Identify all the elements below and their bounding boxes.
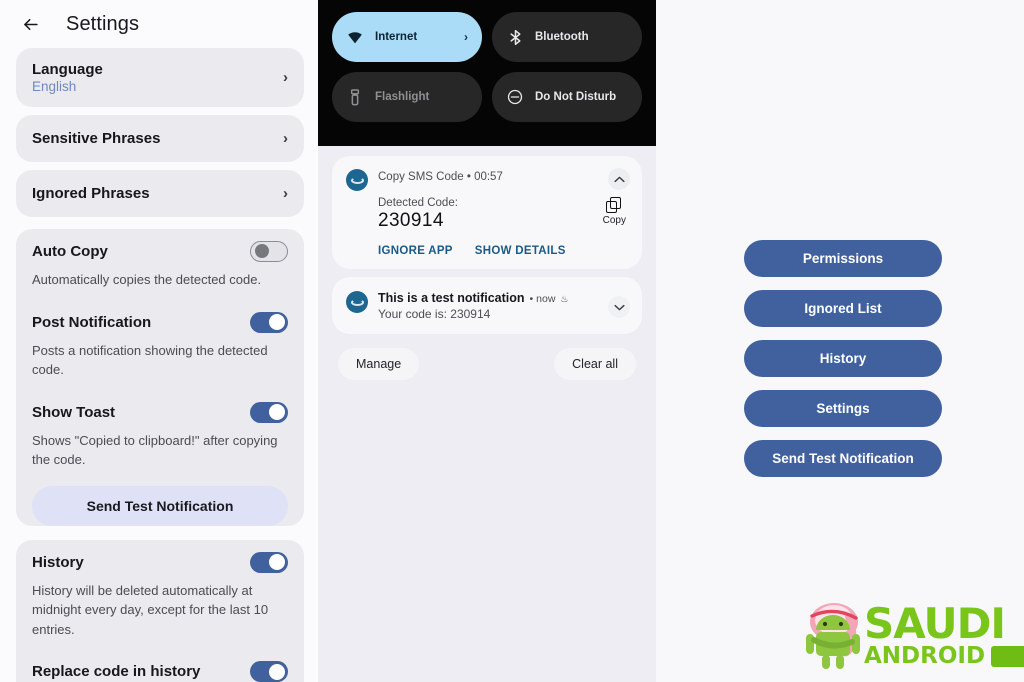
setting-description: Posts a notification showing the detecte… xyxy=(32,342,268,378)
chevron-right-icon: › xyxy=(283,185,288,202)
setting-description: Shows "Copied to clipboard!" after copyi… xyxy=(32,432,278,468)
watermark-accent-bar xyxy=(991,645,1024,667)
qs-tile-label: Do Not Disturb xyxy=(535,91,617,103)
app-bar: Settings xyxy=(0,0,320,48)
settings-button[interactable]: Settings xyxy=(744,390,942,427)
qs-tile-bluetooth[interactable]: Bluetooth xyxy=(492,12,642,62)
toggle-auto-copy[interactable] xyxy=(250,241,288,262)
send-test-notification-button[interactable]: Send Test Notification xyxy=(32,485,288,526)
clear-all-button[interactable]: Clear all xyxy=(554,348,636,380)
page-title: Settings xyxy=(66,12,140,35)
settings-card-ignored-phrases: Ignored Phrases › xyxy=(16,170,304,217)
notification-list: Copy SMS Code • 00:57 Detected Code: 230… xyxy=(318,146,656,380)
toggle-replace-code-in-history[interactable] xyxy=(250,661,288,682)
settings-card-sensitive-phrases: Sensitive Phrases › xyxy=(16,115,304,162)
setting-label: Auto Copy xyxy=(32,243,108,260)
setting-description: Automatically copies the detected code. xyxy=(32,272,262,287)
notification-time: • now xyxy=(529,293,556,305)
shade-bottom-bar: Manage Clear all xyxy=(332,342,642,380)
notification-body: Detected Code: 230914 Copy xyxy=(346,191,630,232)
saudi-android-watermark: SAUDI ANDROID xyxy=(800,598,1024,674)
ignored-list-button[interactable]: Ignored List xyxy=(744,290,942,327)
manage-button[interactable]: Manage xyxy=(338,348,420,380)
notification-header: Copy SMS Code • 00:57 xyxy=(346,168,630,191)
setting-description: History will be deleted automatically at… xyxy=(32,582,269,637)
settings-card-language: Language English › xyxy=(16,48,304,107)
sidebar-item-language[interactable]: Language English › xyxy=(16,48,304,107)
row-title: Ignored Phrases xyxy=(32,185,150,202)
setting-label: Show Toast xyxy=(32,403,116,421)
silent-bell-icon: ♨ xyxy=(560,294,569,304)
qs-tile-label: Internet xyxy=(375,31,418,43)
history-button[interactable]: History xyxy=(744,340,942,377)
setting-label: Post Notification xyxy=(32,313,152,331)
notification-body-text: Your code is: 230914 xyxy=(378,307,491,321)
notification-test[interactable]: This is a test notification • now ♨ Your… xyxy=(332,277,642,334)
ignore-app-action[interactable]: IGNORE APP xyxy=(378,245,453,257)
setting-row-history: History xyxy=(16,540,304,577)
settings-screen-panel: Settings Language English › Sensitive Ph… xyxy=(0,0,320,682)
do-not-disturb-icon xyxy=(506,89,524,105)
chevron-right-icon[interactable]: › xyxy=(464,30,468,44)
qs-tile-label: Bluetooth xyxy=(535,31,589,43)
bluetooth-icon xyxy=(506,29,524,46)
watermark-secondary: ANDROID xyxy=(864,643,986,669)
toggle-post-notification[interactable] xyxy=(250,311,288,333)
back-arrow-icon[interactable] xyxy=(18,12,42,36)
setting-row-auto-copy: Auto Copy xyxy=(16,229,304,266)
setting-row-show-toast: Show Toast xyxy=(16,392,304,427)
notification-app-line: Copy SMS Code • 00:57 xyxy=(378,171,503,183)
notification-title: This is a test notification xyxy=(378,291,525,305)
setting-row-replace-code-in-history: Replace code in history xyxy=(16,651,304,682)
qs-tile-do-not-disturb[interactable]: Do Not Disturb xyxy=(492,72,642,122)
notification-actions: IGNORE APP SHOW DETAILS xyxy=(346,232,630,259)
copy-sms-code-app-icon xyxy=(346,169,368,191)
chevron-right-icon: › xyxy=(283,69,288,86)
wifi-icon xyxy=(346,31,364,44)
toggle-history[interactable] xyxy=(250,551,288,573)
notification-copy-sms-code[interactable]: Copy SMS Code • 00:57 Detected Code: 230… xyxy=(332,156,642,269)
copy-action-label: Copy xyxy=(602,215,626,226)
detected-code-label: Detected Code: xyxy=(378,197,458,209)
flashlight-icon xyxy=(346,88,364,106)
qs-tile-internet[interactable]: Internet › xyxy=(332,12,482,62)
settings-card-copy-options: Auto Copy Automatically copies the detec… xyxy=(16,229,304,526)
send-test-notification-button[interactable]: Send Test Notification xyxy=(744,440,942,477)
row-title: Language xyxy=(32,61,103,78)
notification-shade-panel: Internet › Bluetooth Flashlight Do Not D… xyxy=(318,0,656,682)
detected-code-value: 230914 xyxy=(378,210,444,231)
copy-sms-code-app-icon xyxy=(346,291,368,313)
chevron-up-icon[interactable] xyxy=(608,168,630,190)
qs-tile-label: Flashlight xyxy=(375,91,430,103)
setting-row-post-notification: Post Notification xyxy=(16,302,304,337)
settings-card-history: History History will be deleted automati… xyxy=(16,539,304,682)
watermark-text: SAUDI ANDROID xyxy=(864,602,1024,669)
chevron-right-icon: › xyxy=(283,130,288,147)
sidebar-item-sensitive-phrases[interactable]: Sensitive Phrases › xyxy=(16,115,304,162)
permissions-button[interactable]: Permissions xyxy=(744,240,942,277)
android-mascot-icon xyxy=(800,600,872,672)
toggle-show-toast[interactable] xyxy=(250,401,288,423)
copy-action-button[interactable]: Copy xyxy=(603,197,630,226)
qs-tile-flashlight[interactable]: Flashlight xyxy=(332,72,482,122)
main-app-panel: Permissions Ignored List History Setting… xyxy=(656,0,1024,682)
row-subtitle: English xyxy=(32,79,77,94)
main-button-list: Permissions Ignored List History Setting… xyxy=(744,240,942,490)
chevron-down-icon[interactable] xyxy=(608,296,630,318)
copy-icon xyxy=(606,197,622,213)
screenshot-stage: Settings Language English › Sensitive Ph… xyxy=(0,0,1024,682)
row-title: Sensitive Phrases xyxy=(32,130,161,147)
setting-label: Replace code in history xyxy=(32,663,201,680)
show-details-action[interactable]: SHOW DETAILS xyxy=(475,245,566,257)
setting-label: History xyxy=(32,553,84,571)
watermark-primary: SAUDI xyxy=(864,599,1006,648)
quick-settings-grid: Internet › Bluetooth Flashlight Do Not D… xyxy=(318,0,656,146)
sidebar-item-ignored-phrases[interactable]: Ignored Phrases › xyxy=(16,170,304,217)
